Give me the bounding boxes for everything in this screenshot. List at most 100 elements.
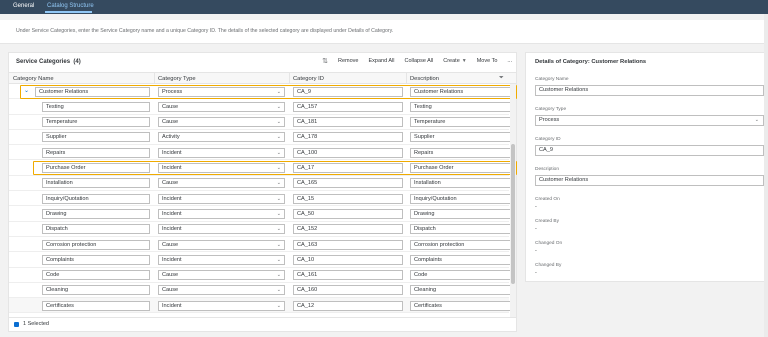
active-tab-indicator <box>45 11 92 13</box>
category-id-input[interactable]: CA_161 <box>293 270 403 281</box>
tab-general[interactable]: General <box>13 3 34 9</box>
table-row[interactable]: Dispatch Incident ⌄ CA_152 Dispatch <box>9 222 514 237</box>
column-header-category-id[interactable]: Category ID <box>293 76 324 82</box>
chevron-down-icon: ⌄ <box>276 241 281 248</box>
category-type-select[interactable]: Incident ⌄ <box>158 300 285 311</box>
description-input[interactable]: Dispatch <box>410 224 514 235</box>
selection-checkbox-icon[interactable] <box>14 322 19 327</box>
category-id-input[interactable]: CA_50 <box>293 208 403 219</box>
category-type-select[interactable]: Cause ⌄ <box>158 178 285 189</box>
category-name-input[interactable]: Temperature <box>42 117 150 128</box>
table-row[interactable]: Certificates Incident ⌄ CA_12 Certificates <box>9 298 514 314</box>
category-id-input[interactable]: CA_100 <box>293 147 403 158</box>
description-input[interactable]: Drawing <box>410 208 514 219</box>
category-name-input[interactable]: Code <box>42 270 150 281</box>
category-id-input[interactable]: CA_9 <box>535 145 764 156</box>
tab-catalog-structure[interactable]: Catalog Structure <box>47 3 94 9</box>
table-row[interactable]: Code Cause ⌄ CA_161 Code <box>9 268 514 283</box>
category-type-select[interactable]: Incident ⌄ <box>158 208 285 219</box>
description-input[interactable]: Repairs <box>410 147 514 158</box>
table-row[interactable]: Temperature Cause ⌄ CA_181 Temperature <box>9 115 514 130</box>
category-name-input[interactable]: Certificates <box>42 300 150 311</box>
category-type-select[interactable]: Incident ⌄ <box>158 224 285 235</box>
category-type-select[interactable]: Incident ⌄ <box>158 147 285 158</box>
category-id-input[interactable]: CA_15 <box>293 193 403 204</box>
expand-all-button[interactable]: Expand All <box>369 58 395 64</box>
row-highlight <box>33 161 517 176</box>
description-input[interactable]: Installation <box>410 178 514 189</box>
column-header-category-name[interactable]: Category Name <box>13 76 54 82</box>
category-name-input[interactable]: Cleaning <box>42 285 150 296</box>
table-row[interactable]: Testing Cause ⌄ CA_157 Testing <box>9 99 514 115</box>
category-id-input[interactable]: CA_163 <box>293 239 403 250</box>
category-id-input[interactable]: CA_10 <box>293 254 403 265</box>
column-header-description[interactable]: Description <box>410 76 439 82</box>
created-on-value: - <box>535 204 537 210</box>
category-name-input[interactable]: Installation <box>42 178 150 189</box>
category-type-select[interactable]: Cause ⌄ <box>158 101 285 112</box>
table-row[interactable]: Complaints Incident ⌄ CA_10 Complaints <box>9 252 514 268</box>
category-name-input[interactable]: Customer Relations <box>535 85 764 96</box>
details-panel: Details of Category: Customer Relations … <box>525 52 768 282</box>
category-id-input[interactable]: CA_178 <box>293 132 403 143</box>
table-row[interactable]: Drawing Incident ⌄ CA_50 Drawing <box>9 206 514 222</box>
page-scrollbar[interactable] <box>764 14 768 337</box>
sort-icon[interactable]: ⇅ <box>322 57 328 65</box>
category-type-value: Cause <box>162 180 179 187</box>
create-button[interactable]: Create ▼ <box>443 58 466 64</box>
table-title-text: Service Categories <box>16 59 71 65</box>
category-id-input[interactable]: CA_152 <box>293 224 403 235</box>
move-to-button[interactable]: Move To <box>477 58 498 64</box>
details-title: Details of Category: Customer Relations <box>535 59 647 65</box>
category-id-input[interactable]: CA_165 <box>293 178 403 189</box>
category-name-input[interactable]: Dispatch <box>42 224 150 235</box>
category-type-label: Category Type <box>535 107 567 112</box>
description-input[interactable]: Certificates <box>410 300 514 311</box>
category-type-select[interactable]: Incident ⌄ <box>158 193 285 204</box>
description-input[interactable]: Inquiry/Quotation <box>410 193 514 204</box>
table-row[interactable]: Inquiry/Quotation Incident ⌄ CA_15 Inquiry/Q… <box>9 191 514 207</box>
category-type-select[interactable]: Incident ⌄ <box>158 254 285 265</box>
description-input[interactable]: Customer Relations <box>535 175 764 186</box>
category-name-input[interactable]: Repairs <box>42 147 150 158</box>
category-type-select[interactable]: Cause ⌄ <box>158 285 285 296</box>
category-type-select[interactable]: Cause ⌄ <box>158 270 285 281</box>
collapse-all-button[interactable]: Collapse All <box>405 58 434 64</box>
table-row[interactable]: Cleaning Cause ⌄ CA_160 Cleaning <box>9 283 514 299</box>
category-name-input[interactable]: Supplier <box>42 132 150 143</box>
category-type-select[interactable]: Cause ⌄ <box>158 239 285 250</box>
category-name-input[interactable]: Corrosion protection <box>42 239 150 250</box>
description-input[interactable]: Cleaning <box>410 285 514 296</box>
description-input[interactable]: Code <box>410 270 514 281</box>
description-input[interactable]: Corrosion protection <box>410 239 514 250</box>
table-row[interactable]: Repairs Incident ⌄ CA_100 Repairs <box>9 145 514 161</box>
remove-button[interactable]: Remove <box>338 58 358 64</box>
description-input[interactable]: Complaints <box>410 254 514 265</box>
category-id-input[interactable]: CA_157 <box>293 101 403 112</box>
column-separator <box>154 73 155 84</box>
table-title: Service Categories (4) <box>16 59 81 65</box>
category-id-input[interactable]: CA_12 <box>293 300 403 311</box>
table-row[interactable]: Corrosion protection Cause ⌄ CA_163 Corrosio… <box>9 237 514 253</box>
category-type-select[interactable]: Process ⌄ <box>535 115 764 126</box>
category-type-value: Cause <box>162 103 179 110</box>
vertical-scrollbar[interactable] <box>510 84 516 317</box>
scrollbar-thumb[interactable] <box>511 144 515 284</box>
more-button[interactable]: ... <box>507 58 512 64</box>
column-header-category-type[interactable]: Category Type <box>158 76 196 82</box>
description-input[interactable]: Testing <box>410 101 514 112</box>
table-row[interactable]: Installation Cause ⌄ CA_165 Installation <box>9 176 514 192</box>
category-type-select[interactable]: Activity ⌄ <box>158 132 285 143</box>
category-name-input[interactable]: Complaints <box>42 254 150 265</box>
chevron-down-icon: ⌄ <box>276 226 281 233</box>
description-input[interactable]: Temperature <box>410 117 514 128</box>
category-name-input[interactable]: Inquiry/Quotation <box>42 193 150 204</box>
category-name-input[interactable]: Testing <box>42 101 150 112</box>
category-type-select[interactable]: Cause ⌄ <box>158 117 285 128</box>
table-row[interactable]: Supplier Activity ⌄ CA_178 Supplier <box>9 130 514 146</box>
category-name-input[interactable]: Drawing <box>42 208 150 219</box>
category-id-input[interactable]: CA_160 <box>293 285 403 296</box>
description-input[interactable]: Supplier <box>410 132 514 143</box>
filter-icon[interactable]: ⏷ <box>499 75 504 82</box>
category-id-input[interactable]: CA_181 <box>293 117 403 128</box>
